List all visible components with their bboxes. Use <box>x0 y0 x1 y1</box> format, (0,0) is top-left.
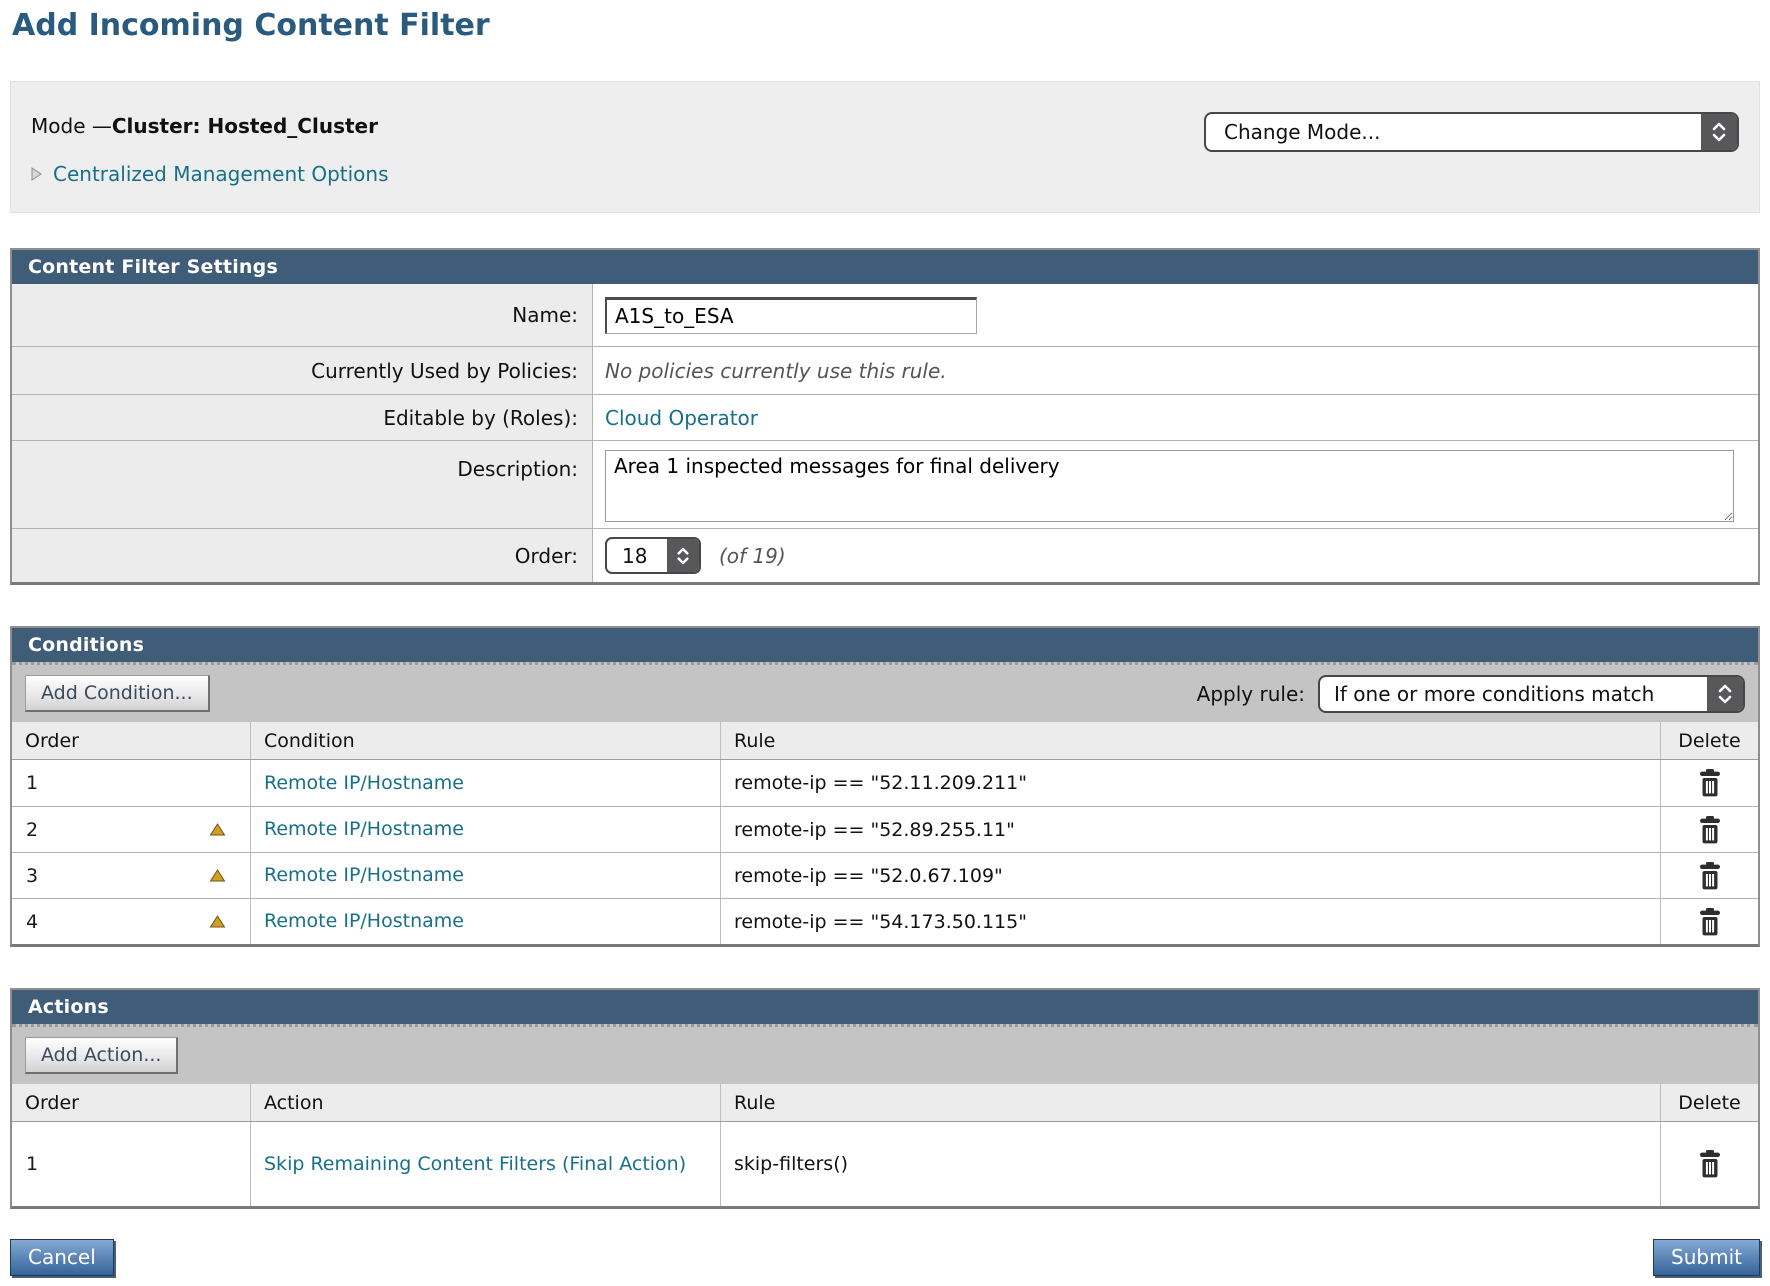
conditions-panel: Conditions Add Condition... Apply rule: … <box>10 626 1760 947</box>
col-action: Action <box>250 1084 720 1121</box>
trash-icon <box>1697 816 1723 844</box>
centralized-management-options-link[interactable]: Centralized Management Options <box>31 162 389 186</box>
move-up-icon <box>209 823 226 836</box>
condition-rule: remote-ip == "52.89.255.11" <box>720 807 1660 852</box>
centralized-management-options-label: Centralized Management Options <box>53 162 389 186</box>
condition-rule: remote-ip == "52.0.67.109" <box>720 853 1660 898</box>
actions-header: Actions <box>12 990 1758 1024</box>
apply-rule-select[interactable]: If one or more conditions match <box>1318 675 1745 713</box>
delete-condition-button[interactable] <box>1697 908 1723 936</box>
condition-row-2: 2 Remote IP/Hostname remote-ip == "52.89… <box>12 806 1758 852</box>
col-delete: Delete <box>1660 722 1758 759</box>
apply-rule-label: Apply rule: <box>1197 682 1305 706</box>
condition-order: 4 <box>26 911 38 933</box>
condition-order: 2 <box>26 819 38 841</box>
name-label: Name: <box>12 284 593 346</box>
submit-button[interactable]: Submit <box>1653 1239 1760 1276</box>
move-up-icon <box>209 869 226 882</box>
disclosure-triangle-icon <box>31 167 42 181</box>
order-selected-value: 18 <box>607 539 667 572</box>
change-mode-select[interactable]: Change Mode... <box>1204 112 1739 152</box>
editable-row: Editable by (Roles): Cloud Operator <box>12 394 1758 440</box>
action-rule: skip-filters() <box>720 1122 1660 1206</box>
condition-link[interactable]: Remote IP/Hostname <box>250 760 720 806</box>
order-label: Order: <box>12 529 593 582</box>
order-select[interactable]: 18 <box>605 537 701 574</box>
condition-row-4: 4 Remote IP/Hostname remote-ip == "54.17… <box>12 898 1758 944</box>
condition-row-3: 3 Remote IP/Hostname remote-ip == "52.0.… <box>12 852 1758 898</box>
editable-label: Editable by (Roles): <box>12 395 593 440</box>
page-title: Add Incoming Content Filter <box>12 8 1760 43</box>
select-stepper-icon <box>1701 114 1737 150</box>
order-row: Order: 18 (of 19) <box>12 528 1758 582</box>
delete-action-button[interactable] <box>1697 1150 1723 1178</box>
select-stepper-icon <box>1707 677 1743 711</box>
action-link[interactable]: Skip Remaining Content Filters (Final Ac… <box>250 1122 720 1206</box>
conditions-toolbar: Add Condition... Apply rule: If one or m… <box>12 662 1758 722</box>
page: Add Incoming Content Filter Mode —Cluste… <box>0 0 1770 1276</box>
col-order: Order <box>12 1084 250 1121</box>
condition-rule: remote-ip == "54.173.50.115" <box>720 899 1660 944</box>
policies-label: Currently Used by Policies: <box>12 347 593 394</box>
move-up-button[interactable] <box>209 819 226 841</box>
condition-order: 1 <box>26 772 38 794</box>
actions-toolbar: Add Action... <box>12 1024 1758 1084</box>
policies-row: Currently Used by Policies: No policies … <box>12 346 1758 394</box>
mode-cluster-value: Cluster: Hosted_Cluster <box>112 114 378 138</box>
condition-link[interactable]: Remote IP/Hostname <box>250 853 720 898</box>
description-textarea[interactable] <box>605 450 1734 522</box>
order-total: (of 19) <box>719 544 786 568</box>
content-filter-settings-header: Content Filter Settings <box>12 250 1758 284</box>
move-up-icon <box>209 915 226 928</box>
actions-panel: Actions Add Action... Order Action Rule … <box>10 988 1760 1209</box>
delete-condition-button[interactable] <box>1697 862 1723 890</box>
apply-rule-selected-value: If one or more conditions match <box>1320 677 1707 711</box>
trash-icon <box>1697 1150 1723 1178</box>
change-mode-selected-value: Change Mode... <box>1206 114 1701 150</box>
delete-condition-button[interactable] <box>1697 769 1723 797</box>
condition-rule: remote-ip == "52.11.209.211" <box>720 760 1660 806</box>
condition-order: 3 <box>26 865 38 887</box>
trash-icon <box>1697 862 1723 890</box>
cancel-button[interactable]: Cancel <box>10 1239 114 1276</box>
description-label: Description: <box>12 441 593 528</box>
name-row: Name: <box>12 284 1758 346</box>
select-stepper-icon <box>667 539 699 572</box>
action-order: 1 <box>26 1153 38 1175</box>
condition-row-1: 1 Remote IP/Hostname remote-ip == "52.11… <box>12 760 1758 806</box>
conditions-header: Conditions <box>12 628 1758 662</box>
cloud-operator-link[interactable]: Cloud Operator <box>605 406 758 430</box>
name-input[interactable] <box>605 297 977 334</box>
add-condition-button[interactable]: Add Condition... <box>25 675 210 712</box>
content-filter-settings-panel: Content Filter Settings Name: Currently … <box>10 248 1760 585</box>
col-order: Order <box>12 722 250 759</box>
policies-value: No policies currently use this rule. <box>605 359 947 383</box>
actions-column-headers: Order Action Rule Delete <box>12 1084 1758 1122</box>
move-up-button[interactable] <box>209 911 226 933</box>
footer: Cancel Submit <box>10 1239 1760 1276</box>
col-rule: Rule <box>720 1084 1660 1121</box>
col-condition: Condition <box>250 722 720 759</box>
mode-panel: Mode —Cluster: Hosted_Cluster Centralize… <box>10 81 1760 213</box>
trash-icon <box>1697 769 1723 797</box>
add-action-button[interactable]: Add Action... <box>25 1037 178 1074</box>
mode-label: Mode — <box>31 114 112 138</box>
delete-condition-button[interactable] <box>1697 816 1723 844</box>
condition-link[interactable]: Remote IP/Hostname <box>250 899 720 944</box>
col-delete: Delete <box>1660 1084 1758 1121</box>
trash-icon <box>1697 908 1723 936</box>
col-rule: Rule <box>720 722 1660 759</box>
move-up-button[interactable] <box>209 865 226 887</box>
condition-link[interactable]: Remote IP/Hostname <box>250 807 720 852</box>
action-row-1: 1 Skip Remaining Content Filters (Final … <box>12 1122 1758 1206</box>
description-row: Description: <box>12 440 1758 528</box>
conditions-column-headers: Order Condition Rule Delete <box>12 722 1758 760</box>
